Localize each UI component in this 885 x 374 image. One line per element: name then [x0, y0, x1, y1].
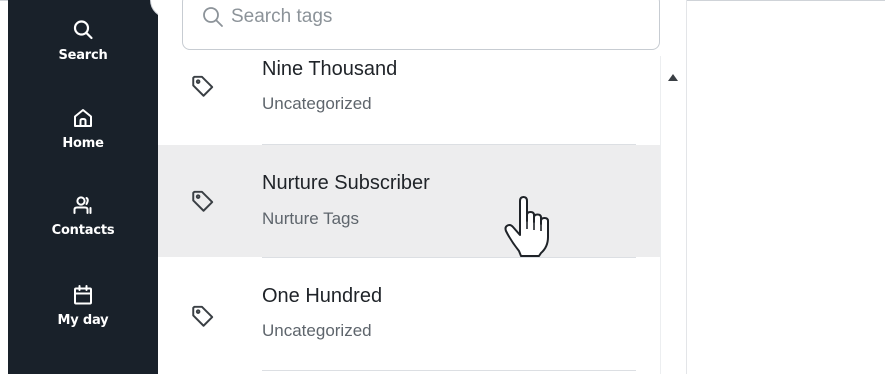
- sidebar-item-my-day[interactable]: My day: [8, 283, 158, 328]
- contacts-icon: [73, 196, 92, 214]
- sidebar-item-contacts[interactable]: Contacts: [8, 193, 158, 238]
- sidebar-item-label: Search: [58, 48, 108, 63]
- sidebar-item-label: Home: [62, 136, 104, 151]
- tag-name: Nurture Subscriber: [262, 172, 430, 194]
- sidebar-item-label: My day: [57, 313, 109, 328]
- home-icon: [74, 109, 92, 127]
- tag-row[interactable]: One Hundred Uncategorized: [158, 258, 660, 370]
- tag-category: Uncategorized: [262, 321, 372, 340]
- sidebar: Search Home Contacts My day: [8, 0, 186, 374]
- scroll-up-arrow-icon[interactable]: [668, 74, 678, 81]
- tag-panel: Nine Thousand Uncategorized Nurture Subs…: [158, 0, 686, 374]
- tag-icon: [192, 305, 214, 327]
- sidebar-item-search[interactable]: Search: [8, 18, 158, 63]
- tag-row[interactable]: Nine Thousand Uncategorized: [158, 30, 660, 142]
- search-icon: [203, 7, 223, 27]
- tag-name: One Hundred: [262, 285, 383, 307]
- sidebar-item-home[interactable]: Home: [8, 106, 158, 151]
- row-divider: [262, 370, 636, 371]
- tag-category: Uncategorized: [262, 94, 372, 113]
- tag-icon: [192, 190, 214, 212]
- calendar-icon: [74, 285, 92, 305]
- tag-name: Nine Thousand: [262, 58, 398, 80]
- search-input[interactable]: [231, 3, 631, 31]
- panel-divider: [686, 0, 687, 374]
- tag-row[interactable]: Nurture Subscriber Nurture Tags: [158, 145, 660, 257]
- search-icon: [73, 20, 93, 40]
- hand-cursor-icon: [504, 196, 549, 257]
- scrollbar[interactable]: [660, 56, 686, 374]
- sidebar-item-label: Contacts: [51, 223, 115, 238]
- app-window: Search Home Contacts My day Search tags …: [0, 0, 885, 374]
- tag-category: Nurture Tags: [262, 209, 360, 228]
- tag-icon: [192, 75, 214, 97]
